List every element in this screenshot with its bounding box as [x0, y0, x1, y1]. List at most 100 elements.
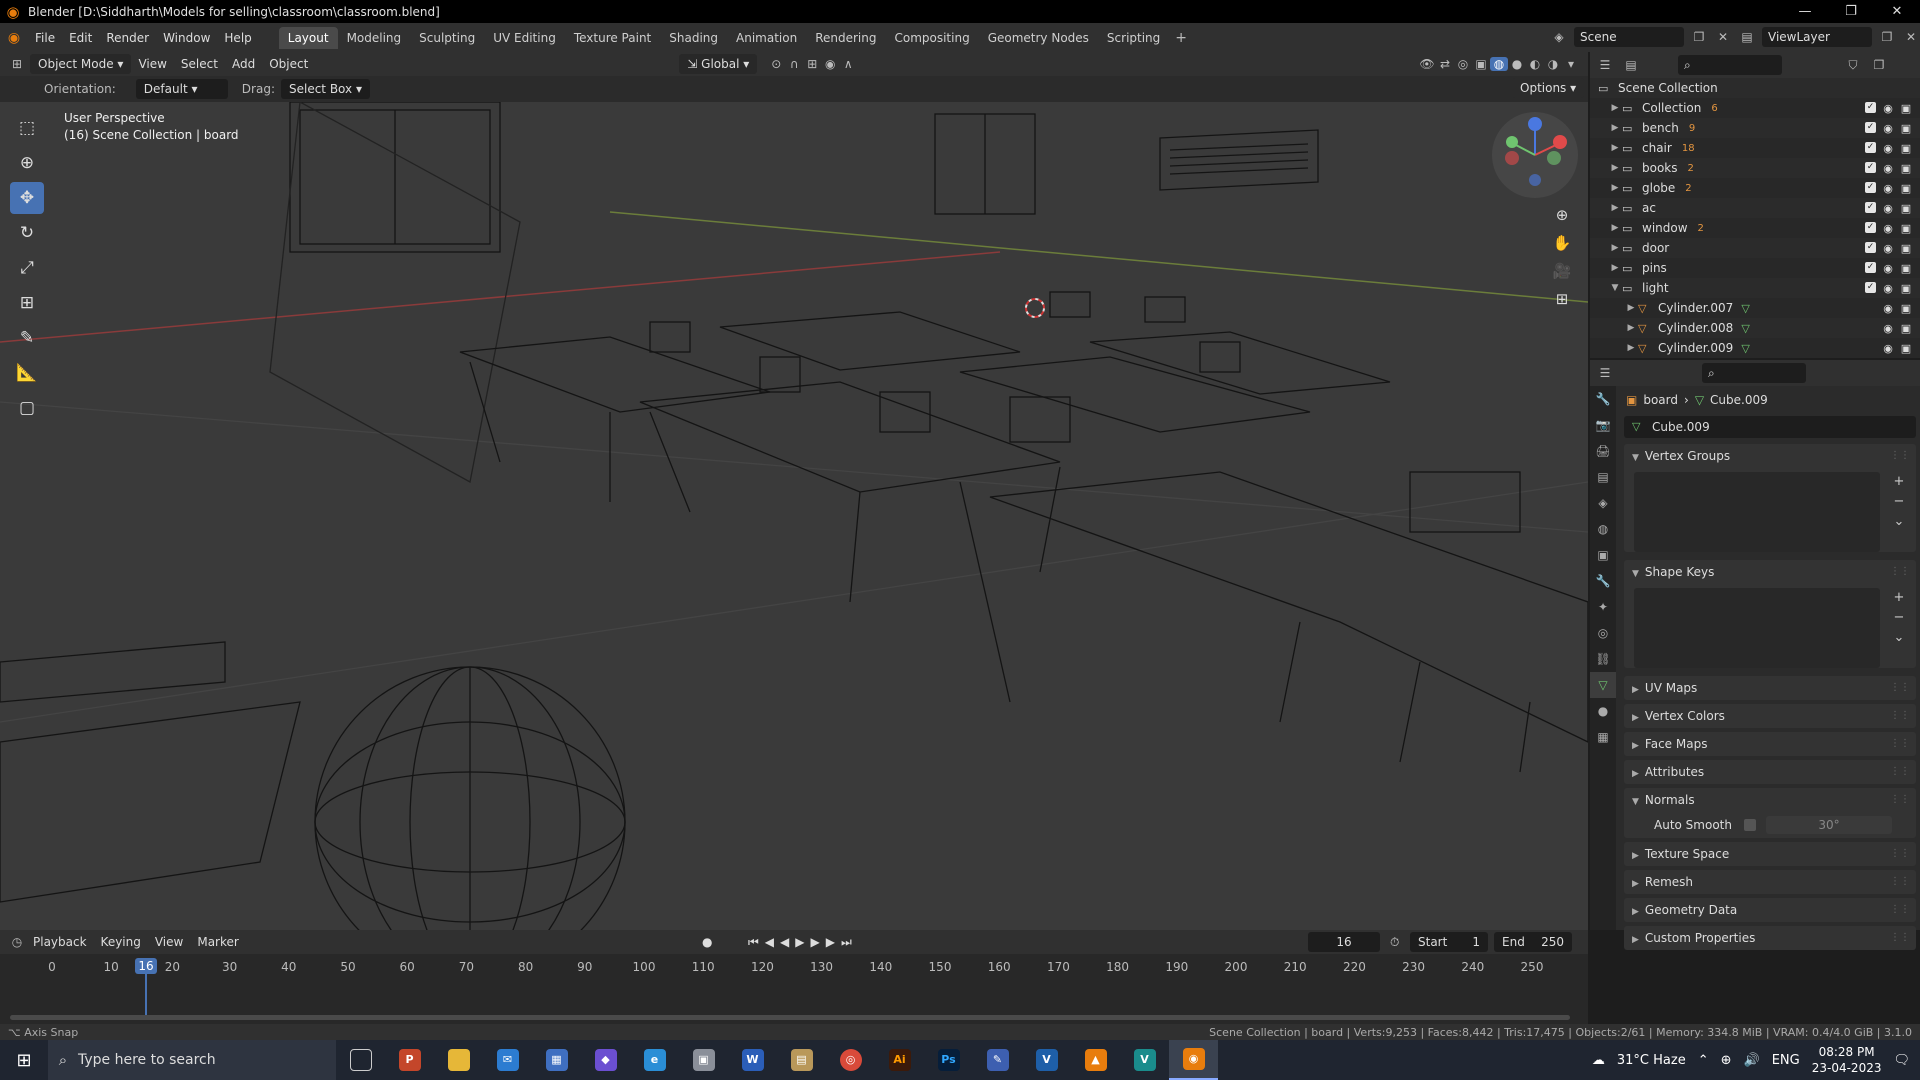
taskbar-search[interactable]: ⌕ Type here to search [48, 1040, 336, 1080]
transform-orientation-dropdown[interactable]: ⇲ Global ▾ [679, 54, 758, 74]
shading-options-icon[interactable]: ▾ [1562, 57, 1580, 71]
geometry-data-header[interactable]: ▶ Geometry Data ⋮⋮ [1624, 898, 1916, 922]
constraints-tab-icon[interactable]: ⛓ [1590, 646, 1616, 672]
xray-icon[interactable]: ▣ [1472, 57, 1490, 71]
copilot-app-icon[interactable]: ◆ [581, 1040, 630, 1080]
workspace-tab-rendering[interactable]: Rendering [806, 27, 885, 49]
render-camera-icon[interactable]: ▣ [1900, 142, 1912, 155]
shape-key-specials-icon[interactable]: ⌄ [1888, 628, 1910, 648]
timeline-scrollbar[interactable] [10, 1015, 1570, 1020]
workspace-tab-layout[interactable]: Layout [278, 26, 338, 49]
workspace-tab-compositing[interactable]: Compositing [885, 27, 978, 49]
texture-space-header[interactable]: ▶ Texture Space ⋮⋮ [1624, 842, 1916, 866]
exclude-checkbox[interactable]: ✓ [1865, 261, 1876, 273]
material-shading-icon[interactable]: ◐ [1526, 57, 1544, 71]
playhead-line[interactable] [145, 974, 147, 1020]
render-camera-icon[interactable]: ▣ [1900, 242, 1912, 255]
playback-controls[interactable]: ⏮◀◀▶▶▶⏭ [748, 935, 858, 950]
outliner-editor-type-icon[interactable]: ☰ [1596, 58, 1614, 72]
restore-button[interactable]: ❐ [1828, 0, 1874, 23]
render-camera-icon[interactable]: ▣ [1900, 162, 1912, 175]
auto-smooth-angle-field[interactable]: 30° [1765, 816, 1892, 834]
render-camera-icon[interactable]: ▣ [1900, 122, 1912, 135]
exclude-checkbox[interactable]: ✓ [1865, 181, 1876, 193]
stopwatch-icon[interactable]: ⏱ [1390, 935, 1399, 950]
new-view-layer-icon[interactable]: ❐ [1878, 30, 1896, 44]
render-camera-icon[interactable]: ▣ [1900, 102, 1912, 115]
expand-arrow-icon[interactable]: ▶ [1624, 343, 1638, 353]
vertex-groups-list[interactable]: + − ⌄ [1634, 472, 1904, 552]
navigation-gizmo[interactable] [1492, 112, 1578, 198]
visibility-eye-icon[interactable]: ◉ [1882, 162, 1894, 175]
display-mode-icon[interactable]: ▤ [1622, 58, 1640, 72]
select-box-tool-icon[interactable]: ⬚ [10, 112, 44, 144]
outliner-row[interactable]: ▶ ▭ window 2 ✓ ◉ ▣ [1590, 218, 1920, 238]
mode-dropdown[interactable]: Object Mode ▾ [30, 54, 132, 74]
visibility-eye-icon[interactable]: ◉ [1882, 262, 1894, 275]
mail-app-icon[interactable]: ✉ [483, 1040, 532, 1080]
scene-tab-icon[interactable]: ◈ [1590, 490, 1616, 516]
workspace-tab-sculpting[interactable]: Sculpting [410, 27, 484, 49]
exclude-checkbox[interactable]: ✓ [1865, 281, 1876, 293]
exclude-checkbox[interactable]: ✓ [1865, 161, 1876, 173]
render-camera-icon[interactable]: ▣ [1900, 322, 1912, 335]
scene-icon[interactable]: ◈ [1550, 30, 1568, 44]
exclude-checkbox[interactable]: ✓ [1865, 221, 1876, 233]
paint-app-icon[interactable]: ✎ [973, 1040, 1022, 1080]
scale-tool-icon[interactable]: ⤢ [10, 252, 44, 284]
exclude-checkbox[interactable]: ✓ [1865, 201, 1876, 213]
weather-icon[interactable]: ☁ [1592, 1053, 1605, 1068]
visibility-eye-icon[interactable]: ◉ [1882, 222, 1894, 235]
weather-text[interactable]: 31°C Haze [1617, 1053, 1686, 1068]
filter-icon[interactable]: ⛉ [1844, 58, 1862, 73]
properties-search-input[interactable]: ⌕ [1702, 363, 1806, 383]
outliner-row[interactable]: ▶ ▽ Cylinder.009 ▽ ◉ ▣ [1590, 338, 1920, 358]
timeline-editor-type-icon[interactable]: ◷ [8, 935, 26, 949]
outliner-row[interactable]: ▶ ▭ pins ✓ ◉ ▣ [1590, 258, 1920, 278]
pivot-point-icon[interactable]: ⊙ [767, 57, 785, 71]
normals-header[interactable]: ▼ Normals ⋮⋮ [1624, 788, 1916, 812]
custom-properties-header[interactable]: ▶ Custom Properties ⋮⋮ [1624, 926, 1916, 950]
outliner-row[interactable]: ▶ ▭ bench 9 ✓ ◉ ▣ [1590, 118, 1920, 138]
overlays-icon[interactable]: ◎ [1454, 57, 1472, 71]
new-scene-icon[interactable]: ❐ [1690, 30, 1708, 44]
shape-keys-list[interactable]: + − ⌄ [1634, 588, 1904, 668]
view-layer-tab-icon[interactable]: ▤ [1590, 464, 1616, 490]
render-camera-icon[interactable]: ▣ [1900, 182, 1912, 195]
auto-smooth-checkbox[interactable] [1743, 819, 1756, 831]
proportional-edit-icon[interactable]: ◉ [821, 57, 839, 71]
language-indicator[interactable]: ENG [1772, 1053, 1800, 1068]
expand-arrow-icon[interactable]: ▶ [1608, 103, 1622, 113]
world-tab-icon[interactable]: ◍ [1590, 516, 1616, 542]
expand-arrow-icon[interactable]: ▶ [1608, 143, 1622, 153]
vector-app-icon[interactable]: V [1120, 1040, 1169, 1080]
output-tab-icon[interactable]: 🖨 [1590, 438, 1616, 464]
outliner-row[interactable]: ▶ ▭ ac ✓ ◉ ▣ [1590, 198, 1920, 218]
expand-arrow-icon[interactable]: ▶ [1608, 263, 1622, 273]
visibility-eye-icon[interactable]: ◉ [1882, 182, 1894, 195]
store-app-icon[interactable]: ▦ [532, 1040, 581, 1080]
physics-tab-icon[interactable]: ◎ [1590, 620, 1616, 646]
notification-icon[interactable]: 🗨 [1893, 1053, 1910, 1068]
expand-arrow-icon[interactable]: ▶ [1608, 203, 1622, 213]
mesh-data-tab-icon[interactable]: ▽ [1590, 672, 1616, 698]
snap-icon[interactable]: ∩ [785, 57, 803, 71]
network-icon[interactable]: ⊕ [1721, 1053, 1732, 1068]
new-collection-icon[interactable]: ❐ [1870, 58, 1888, 72]
rendered-shading-icon[interactable]: ◑ [1544, 57, 1562, 71]
add-cube-tool-icon[interactable]: ▢ [10, 392, 44, 424]
view-layer-field[interactable]: ViewLayer [1762, 27, 1872, 47]
viewport-menu-select[interactable]: Select [174, 57, 225, 71]
zoom-icon[interactable]: ⊕ [1548, 202, 1576, 228]
add-shape-key-icon[interactable]: + [1888, 588, 1910, 608]
workspace-tab-animation[interactable]: Animation [727, 27, 806, 49]
blender-app-icon[interactable]: ◉ [1169, 1040, 1218, 1080]
render-camera-icon[interactable]: ▣ [1900, 262, 1912, 275]
end-frame-field[interactable]: End 250 [1494, 932, 1572, 952]
move-tool-icon[interactable]: ✥ [10, 182, 44, 214]
ortho-grid-icon[interactable]: ⊞ [1548, 286, 1576, 312]
task-view-icon[interactable] [336, 1040, 385, 1080]
render-tab-icon[interactable]: 📷 [1590, 412, 1616, 438]
scene-name-field[interactable]: Scene [1574, 27, 1684, 47]
outliner-row[interactable]: ▶ ▭ chair 18 ✓ ◉ ▣ [1590, 138, 1920, 158]
